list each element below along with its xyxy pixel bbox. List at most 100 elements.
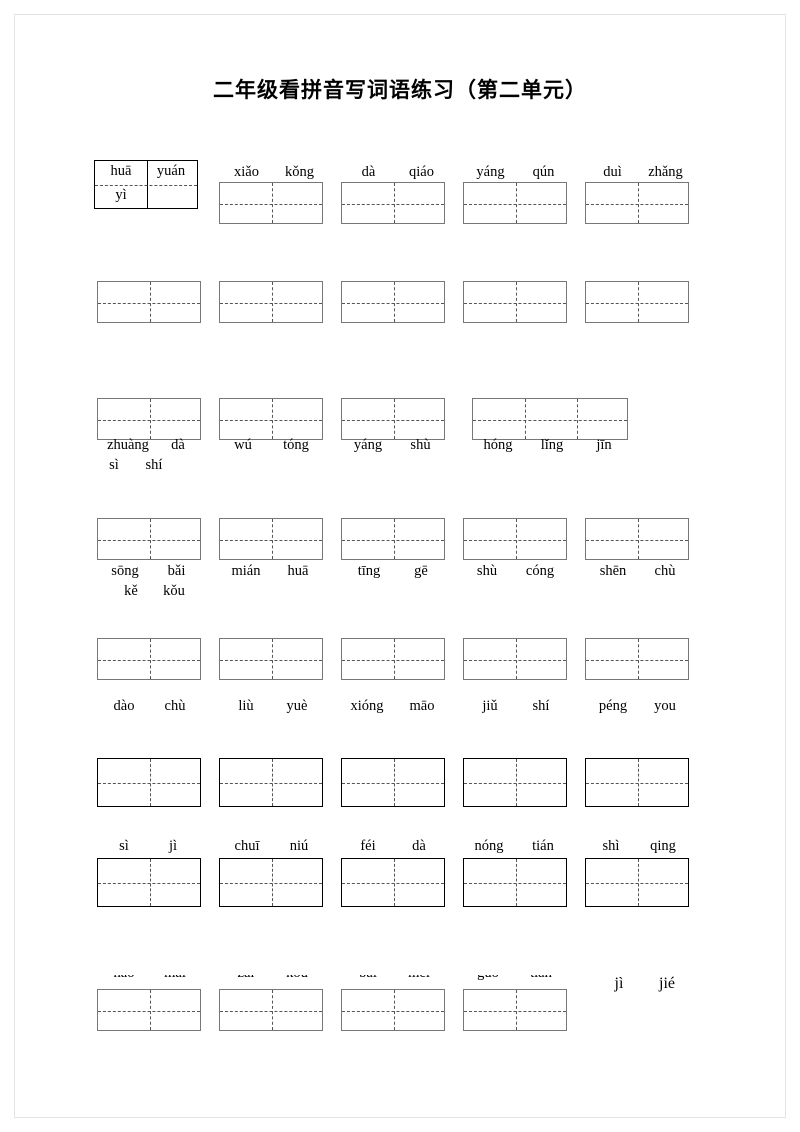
pinyin-syllable: niú xyxy=(289,838,309,854)
writing-grid[interactable] xyxy=(585,182,689,224)
pinyin-syllable: sōng xyxy=(111,563,139,579)
pinyin-syllable: hóng xyxy=(483,437,513,453)
pinyin-label: shù cóng xyxy=(460,563,570,580)
pinyin-syllable: tián xyxy=(532,838,554,854)
writing-grid[interactable] xyxy=(219,638,323,680)
pinyin-syllable: xióng xyxy=(350,698,384,714)
writing-grid[interactable] xyxy=(219,518,323,560)
pinyin-label: dà qiáo xyxy=(340,164,450,181)
writing-grid[interactable] xyxy=(463,638,567,680)
pinyin-label: mián huā xyxy=(216,563,326,580)
pinyin-syllable: shù xyxy=(476,563,498,579)
pinyin-syllable: zài xyxy=(220,975,272,982)
writing-grid[interactable] xyxy=(463,182,567,224)
writing-grid[interactable] xyxy=(463,281,567,323)
pinyin-label: sōng bǎi xyxy=(94,563,204,580)
pinyin-syllable: méi xyxy=(394,975,444,982)
pinyin-label: tīng gē xyxy=(338,563,448,580)
writing-grid[interactable] xyxy=(97,398,201,440)
pinyin-label: péng you xyxy=(582,698,692,715)
pinyin-syllable: tóng xyxy=(283,437,309,453)
pinyin-label: jì jié xyxy=(596,975,706,993)
writing-grid[interactable] xyxy=(341,281,445,323)
writing-grid[interactable] xyxy=(585,758,689,807)
writing-grid[interactable] xyxy=(341,398,445,440)
pinyin-syllable: zhǎng xyxy=(648,164,683,180)
pinyin-label: hóng lǐng jīn xyxy=(469,437,631,454)
pinyin-syllable: qiáo xyxy=(409,164,434,180)
pinyin-label: yáng shù xyxy=(338,437,448,454)
writing-grid[interactable] xyxy=(219,858,323,907)
writing-grid[interactable] xyxy=(97,758,201,807)
pinyin-syllable: shí xyxy=(145,457,163,473)
pinyin-syllable: chuī xyxy=(234,838,260,854)
pinyin-label: dào chù xyxy=(94,698,204,715)
pinyin-syllable: kě xyxy=(124,583,138,599)
writing-grid[interactable] xyxy=(585,638,689,680)
writing-grid[interactable] xyxy=(97,281,201,323)
pinyin-syllable: dào xyxy=(113,698,135,714)
writing-grid[interactable] xyxy=(585,858,689,907)
pinyin-syllable: péng xyxy=(598,698,628,714)
pinyin-label: huā yuán xyxy=(96,163,200,180)
writing-grid[interactable] xyxy=(341,858,445,907)
pinyin-syllable: you xyxy=(654,698,676,714)
pinyin-syllable: dà xyxy=(171,437,185,453)
pinyin-label: zhuàng dà xyxy=(94,437,206,454)
pinyin-label: duì zhǎng xyxy=(584,164,694,181)
pinyin-syllable: gē xyxy=(414,563,428,579)
pinyin-syllable: duì xyxy=(603,164,622,180)
writing-grid[interactable] xyxy=(463,989,567,1031)
pinyin-syllable: yì xyxy=(115,187,127,203)
pinyin-syllable: yáng xyxy=(353,437,383,453)
writing-grid[interactable] xyxy=(219,989,323,1031)
pinyin-label-extra: sì shí xyxy=(94,457,206,474)
writing-grid[interactable] xyxy=(341,518,445,560)
pinyin-syllable: lǐng xyxy=(540,437,564,453)
pinyin-syllable: tīng xyxy=(357,563,381,579)
pinyin-label: guòtián xyxy=(460,975,570,982)
pinyin-label-extra: kě kǒu xyxy=(110,583,220,600)
writing-grid[interactable] xyxy=(463,858,567,907)
pinyin-syllable: wú xyxy=(234,437,252,453)
pinyin-label: sì jì xyxy=(94,838,204,855)
pinyin-syllable: jiǔ xyxy=(482,698,498,714)
writing-grid[interactable] xyxy=(97,858,201,907)
pinyin-syllable: shì xyxy=(602,838,620,854)
pinyin-syllable: liù xyxy=(238,698,254,714)
writing-grid[interactable] xyxy=(341,182,445,224)
pinyin-syllable: chù xyxy=(164,698,186,714)
pinyin-syllable: yuè xyxy=(286,698,308,714)
pinyin-syllable: kǒng xyxy=(285,164,314,180)
pinyin-label: shēn chù xyxy=(582,563,692,580)
writing-grid[interactable] xyxy=(341,989,445,1031)
pinyin-syllable: huā xyxy=(110,163,132,179)
pinyin-syllable: dà xyxy=(412,838,426,854)
pinyin-syllable: tián xyxy=(514,975,568,982)
pinyin-syllable: mǎi xyxy=(150,975,200,982)
writing-grid[interactable] xyxy=(97,518,201,560)
pinyin-syllable: sì xyxy=(119,838,129,854)
pinyin-syllable: jì xyxy=(168,838,178,854)
page-title: 二年级看拼音写词语练习（第二单元） xyxy=(213,79,587,102)
writing-grid[interactable] xyxy=(97,638,201,680)
writing-grid[interactable] xyxy=(341,758,445,807)
writing-grid[interactable] xyxy=(585,518,689,560)
writing-grid[interactable] xyxy=(219,182,323,224)
writing-grid[interactable] xyxy=(463,758,567,807)
writing-grid[interactable] xyxy=(585,281,689,323)
pinyin-syllable: yuán xyxy=(156,163,186,179)
pinyin-syllable: jì xyxy=(614,975,624,992)
worksheet-page: 二年级看拼音写词语练习（第二单元） huā yuán yì xiǎo kǒng dà… xyxy=(0,0,800,1132)
writing-grid[interactable] xyxy=(219,281,323,323)
pinyin-syllable: shēn xyxy=(599,563,627,579)
writing-grid[interactable] xyxy=(97,989,201,1031)
writing-grid[interactable] xyxy=(472,398,628,440)
writing-grid[interactable] xyxy=(341,638,445,680)
pinyin-label: shì qing xyxy=(582,838,692,855)
pinyin-label: féi dà xyxy=(338,838,448,855)
pinyin-syllable: yáng xyxy=(476,164,505,180)
writing-grid[interactable] xyxy=(463,518,567,560)
writing-grid[interactable] xyxy=(219,758,323,807)
writing-grid[interactable] xyxy=(219,398,323,440)
